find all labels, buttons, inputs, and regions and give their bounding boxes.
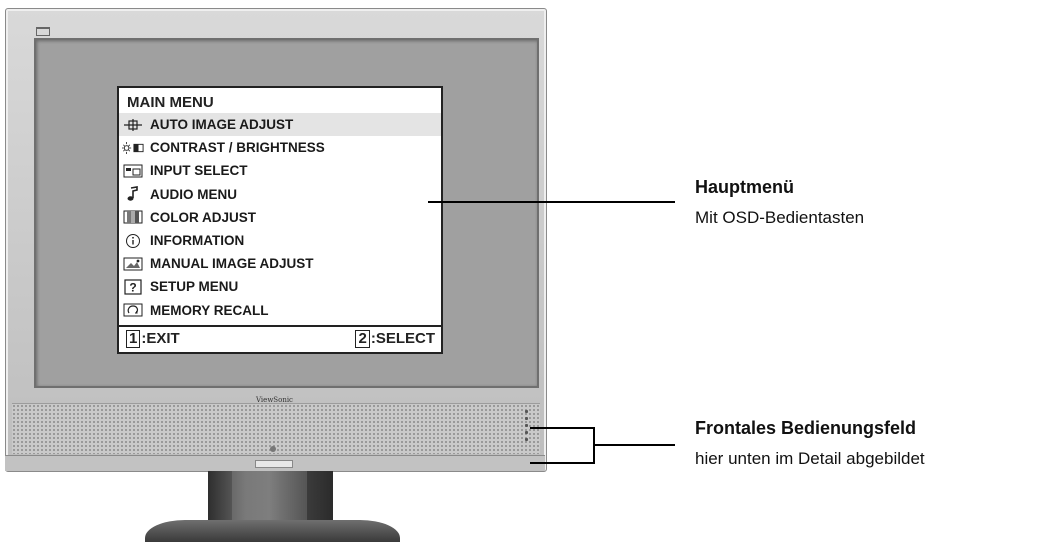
osd-item-memory-recall[interactable]: MEMORY RECALL [119, 299, 441, 322]
exit-key: 1 [126, 330, 141, 348]
osd-item-label: AUDIO MENU [150, 186, 237, 202]
bracket-bottom [530, 462, 594, 464]
color-adjust-icon [122, 210, 144, 224]
osd-item-auto-image-adjust[interactable]: AUTO IMAGE ADJUST [119, 113, 441, 137]
bracket-top [530, 427, 594, 429]
osd-item-manual-image-adjust[interactable]: MANUAL IMAGE ADJUST [119, 252, 441, 275]
osd-item-contrast-brightness[interactable]: CONTRAST / BRIGHTNESS [119, 136, 441, 159]
input-select-icon [122, 164, 144, 178]
bezel-logo-icon [36, 27, 50, 36]
osd-footer: 1:EXIT 2:SELECT [119, 325, 441, 352]
power-led-icon [270, 446, 276, 452]
callout-title-front-panel: Frontales Bedienungsfeld [695, 418, 917, 438]
contrast-brightness-icon [122, 141, 144, 155]
speaker-grill [12, 403, 540, 454]
svg-text:?: ? [129, 280, 136, 294]
osd-item-label: SETUP MENU [150, 279, 239, 295]
power-button[interactable] [255, 460, 293, 468]
memory-recall-icon [122, 303, 144, 317]
callout-title-main-menu: Hauptmenü [695, 177, 794, 197]
callout-subtitle-front-panel: hier unten im Detail abgebildet [695, 449, 925, 468]
control-button[interactable] [525, 431, 528, 434]
osd-item-label: MANUAL IMAGE ADJUST [150, 256, 314, 272]
control-button[interactable] [525, 438, 528, 441]
osd-item-color-adjust[interactable]: COLOR ADJUST [119, 206, 441, 229]
exit-label: :EXIT [141, 330, 180, 347]
osd-item-label: CONTRAST / BRIGHTNESS [150, 140, 325, 156]
osd-item-label: INPUT SELECT [150, 163, 248, 179]
stand-base [145, 520, 400, 542]
information-icon [122, 233, 144, 249]
osd-title: MAIN MENU [127, 94, 214, 111]
callout-line-front-panel [593, 444, 675, 446]
osd-item-label: MEMORY RECALL [150, 302, 269, 318]
callout-line-main-menu [428, 201, 675, 203]
control-button[interactable] [525, 424, 528, 427]
exit-hint[interactable]: 1:EXIT [126, 330, 180, 348]
select-key: 2 [355, 330, 370, 348]
auto-adjust-icon [122, 118, 144, 132]
manual-adjust-icon [122, 257, 144, 271]
setup-icon: ? [122, 279, 144, 295]
osd-item-audio-menu[interactable]: AUDIO MENU [119, 183, 441, 206]
osd-item-label: AUTO IMAGE ADJUST [150, 117, 294, 133]
control-button[interactable] [525, 417, 528, 420]
select-hint[interactable]: 2:SELECT [355, 330, 435, 348]
front-control-buttons[interactable] [523, 410, 531, 454]
osd-item-information[interactable]: INFORMATION [119, 229, 441, 252]
osd-item-setup-menu[interactable]: ? SETUP MENU [119, 275, 441, 298]
osd-menu-list: AUTO IMAGE ADJUST CONTRAST / BRIGHTNESS … [119, 113, 441, 322]
osd-item-input-select[interactable]: INPUT SELECT [119, 159, 441, 182]
control-button[interactable] [525, 410, 528, 413]
osd-item-label: COLOR ADJUST [150, 209, 257, 225]
osd-main-menu: MAIN MENU AUTO IMAGE ADJUST CONTRAST / B… [117, 86, 443, 354]
callout-subtitle-main-menu: Mit OSD-Bedientasten [695, 208, 865, 227]
stand-neck-highlight [232, 471, 307, 523]
audio-icon [122, 186, 144, 202]
select-label: :SELECT [370, 330, 435, 347]
osd-item-label: INFORMATION [150, 233, 245, 249]
